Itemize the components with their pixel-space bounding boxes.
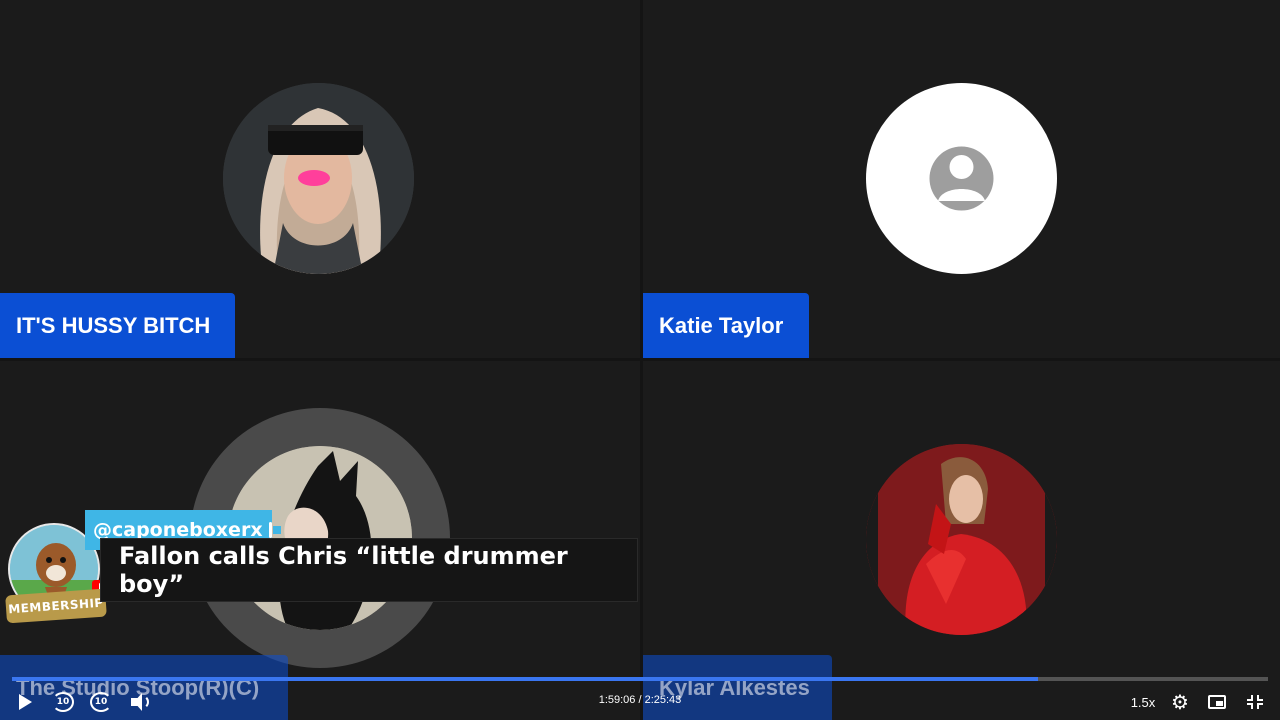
progress-bar-fill bbox=[12, 677, 1039, 681]
player-controls: 10 10 1:59:06 / 2:25:43 1.5x ⚙ bbox=[0, 684, 1280, 720]
comment-text: Fallon calls Chris “little drummer boy” bbox=[100, 538, 638, 602]
participant-avatar bbox=[866, 83, 1057, 274]
picture-in-picture-button[interactable] bbox=[1204, 690, 1230, 714]
verified-chart-icon bbox=[268, 522, 283, 538]
time-display: 1:59:06 / 2:25:43 bbox=[598, 694, 682, 706]
tile-divider-horizontal bbox=[0, 358, 1280, 361]
participant-tile-2: Katie Taylor bbox=[643, 0, 1280, 358]
participant-name-label: Katie Taylor bbox=[643, 293, 809, 358]
progress-bar[interactable] bbox=[12, 677, 1268, 681]
participant-tile-1: IT'S HUSSY BITCH bbox=[0, 0, 640, 358]
participant-avatar bbox=[866, 444, 1057, 635]
playback-speed-button[interactable]: 1.5x bbox=[1128, 690, 1158, 714]
participant-avatar bbox=[223, 83, 414, 274]
participant-name-label: IT'S HUSSY BITCH bbox=[0, 293, 235, 358]
settings-gear-icon[interactable]: ⚙ bbox=[1167, 690, 1193, 714]
default-person-icon bbox=[929, 146, 994, 211]
pip-icon bbox=[1208, 695, 1226, 709]
exit-fullscreen-button[interactable] bbox=[1242, 690, 1268, 714]
participant-tile-4: Kylar Alkestes bbox=[643, 361, 1280, 720]
